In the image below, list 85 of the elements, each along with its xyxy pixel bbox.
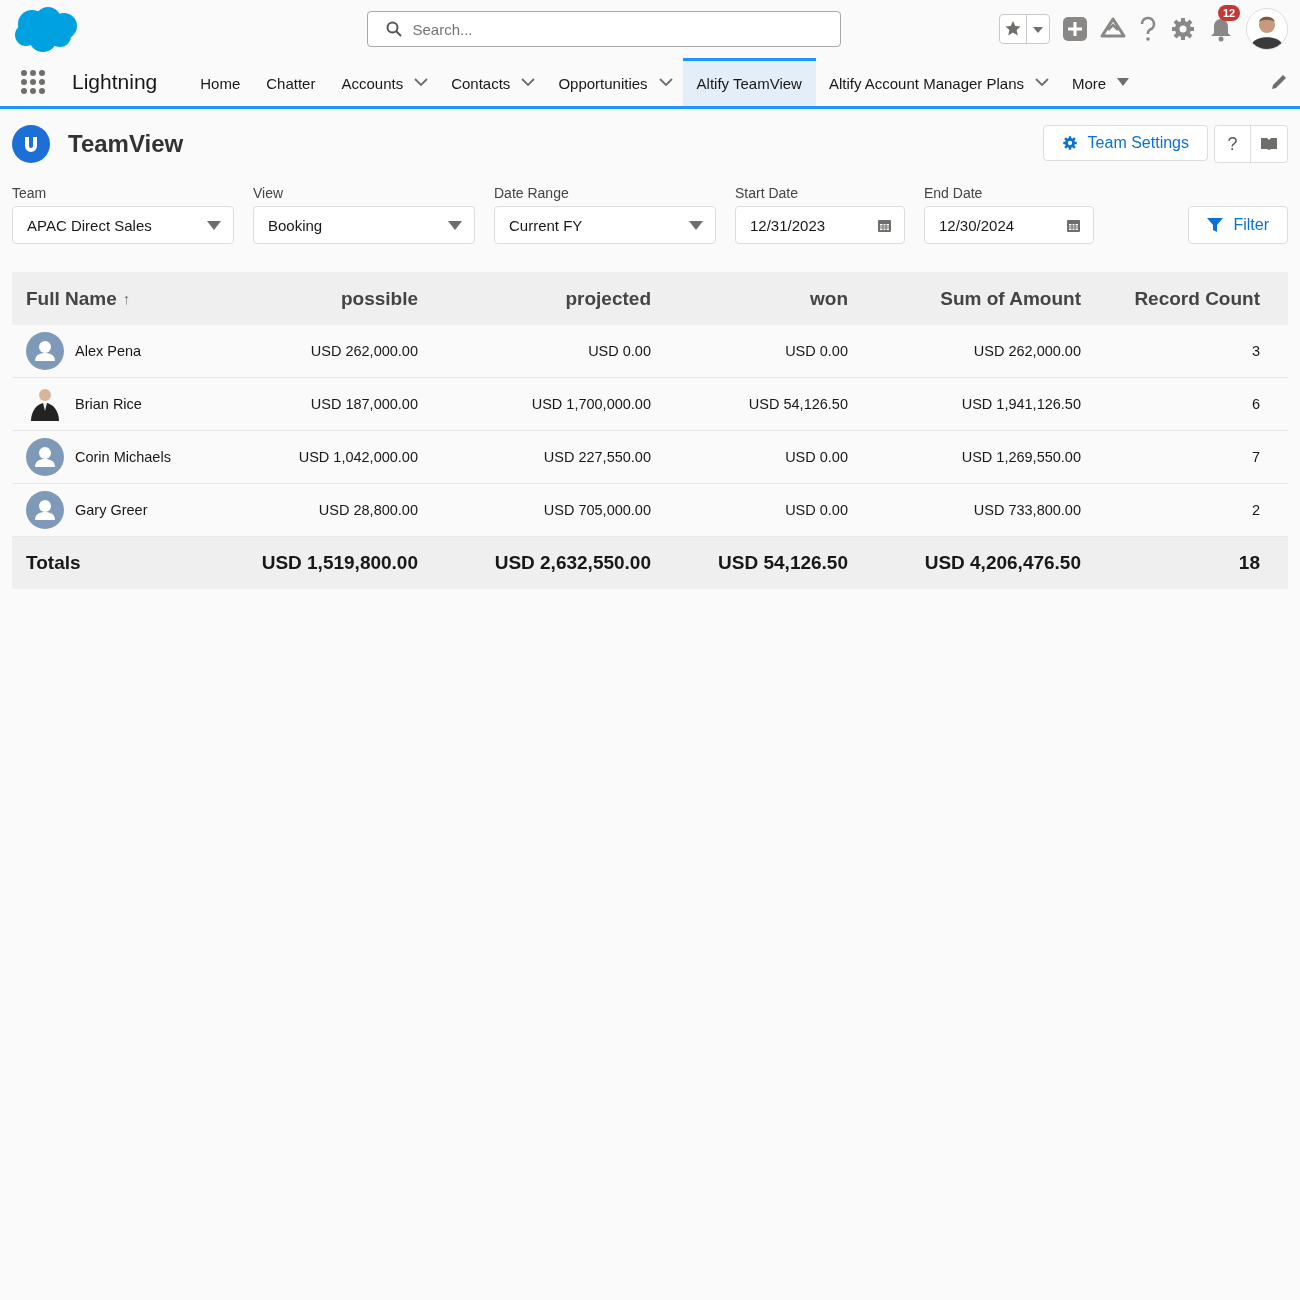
dropdown-field[interactable]: Booking	[253, 206, 475, 244]
nav-tab[interactable]: Accounts	[328, 58, 417, 106]
add-icon[interactable]	[1062, 16, 1088, 42]
table-cell-text: USD 733,800.00	[972, 502, 1081, 518]
total-cell-text: 18	[1237, 552, 1260, 574]
page-title: TeamView	[68, 130, 184, 158]
column-header[interactable]: Record Count	[1081, 287, 1260, 310]
person-name[interactable]: Alex Pena	[75, 343, 142, 359]
avatar-icon	[26, 491, 64, 529]
person-name[interactable]: Corin Michaels	[75, 449, 171, 465]
search-icon	[385, 21, 402, 37]
app-name: Lightning	[72, 70, 158, 94]
avatar-icon	[26, 332, 64, 370]
nav-tab[interactable]: Contacts	[438, 58, 524, 106]
notification-count: 12	[1218, 5, 1241, 21]
edit-icon[interactable]	[1270, 73, 1288, 91]
app-logo	[12, 125, 50, 163]
field-label: View	[253, 185, 285, 201]
field-label: End Date	[924, 185, 984, 201]
calendar-icon[interactable]	[877, 217, 892, 233]
table-cell-text: USD 0.00	[784, 502, 848, 518]
caret-icon[interactable]	[689, 220, 703, 230]
table-cell-text: USD 187,000.00	[309, 396, 418, 412]
filter-icon	[1207, 217, 1224, 233]
table-cell-text: USD 0.00	[784, 343, 848, 359]
date-field[interactable]: 12/31/2023	[735, 206, 905, 244]
gear-icon	[1061, 135, 1078, 151]
table-cell-text: USD 1,941,126.50	[960, 396, 1081, 412]
team-settings-button[interactable]: Team Settings	[1042, 125, 1208, 161]
app-launcher-icon[interactable]	[20, 69, 46, 95]
sort-icon[interactable]: ↑	[122, 290, 131, 307]
chevron-down-icon[interactable]	[521, 77, 536, 87]
avatar-icon	[26, 438, 64, 476]
column-header[interactable]: projected	[418, 287, 651, 310]
total-cell-text: USD 1,519,800.00	[260, 552, 418, 574]
table-cell-text: 2	[1250, 502, 1260, 518]
total-cell-text: USD 54,126.50	[717, 552, 848, 574]
date-field[interactable]: 12/30/2024	[924, 206, 1094, 244]
total-cell-text: USD 4,206,476.50	[923, 552, 1081, 574]
totals-label: Totals	[26, 552, 82, 574]
table-cell-text: USD 0.00	[587, 343, 651, 359]
nav-tab[interactable]: Chatter	[253, 58, 329, 106]
chevron-down-icon[interactable]	[658, 77, 673, 87]
field-label: Team	[12, 185, 48, 201]
table-cell-text: USD 227,550.00	[542, 449, 651, 465]
filter-button[interactable]: Filter	[1188, 206, 1288, 244]
field-label: Start Date	[735, 185, 800, 201]
nav-tab[interactable]: Opportunities	[545, 58, 661, 106]
total-cell-text: USD 2,632,550.00	[493, 552, 651, 574]
table-cell-text: USD 54,126.50	[747, 396, 848, 412]
table-cell-text: USD 1,269,550.00	[960, 449, 1081, 465]
table-cell-text: USD 262,000.00	[309, 343, 418, 359]
dropdown-field[interactable]: Current FY	[494, 206, 716, 244]
search-field[interactable]: Search...	[366, 11, 841, 47]
avatar-icon[interactable]	[1246, 8, 1288, 50]
nav-tab[interactable]: Home	[187, 58, 254, 106]
nav-tab[interactable]: More	[1059, 58, 1120, 106]
nav-tab[interactable]: Altify Account Manager Plans	[815, 58, 1038, 106]
table-cell-text: USD 705,000.00	[542, 502, 651, 518]
column-header[interactable]: possible	[226, 287, 418, 310]
settings-icon[interactable]	[1170, 16, 1196, 42]
calendar-icon[interactable]	[1066, 217, 1081, 233]
caret-icon[interactable]	[1117, 78, 1130, 86]
person-name[interactable]: Brian Rice	[75, 396, 142, 412]
help-icon[interactable]	[1138, 16, 1158, 42]
table-cell-text: 3	[1250, 343, 1260, 359]
dropdown-field[interactable]: APAC Direct Sales	[12, 206, 234, 244]
book-icon[interactable]	[1260, 137, 1278, 151]
table-cell-text: USD 262,000.00	[972, 343, 1081, 359]
field-label: Date Range	[494, 185, 570, 201]
chevron-down-icon[interactable]	[1035, 77, 1050, 87]
table-cell-text: USD 28,800.00	[317, 502, 418, 518]
table-cell-text: USD 1,042,000.00	[297, 449, 418, 465]
column-header[interactable]: won	[651, 287, 848, 310]
column-header[interactable]: Sum of Amount	[848, 287, 1081, 310]
caret-icon[interactable]	[207, 220, 221, 230]
chevron-down-icon[interactable]	[414, 77, 429, 87]
table-cell-text: 6	[1250, 396, 1260, 412]
table-cell-text: USD 0.00	[784, 449, 848, 465]
table-cell-text: 7	[1250, 449, 1260, 465]
table-cell-text: USD 1,700,000.00	[530, 396, 651, 412]
nav-tab[interactable]: Altify TeamView	[682, 58, 816, 106]
caret-icon[interactable]	[448, 220, 462, 230]
person-name[interactable]: Gary Greer	[75, 502, 148, 518]
column-header[interactable]: Full Name	[26, 287, 117, 310]
